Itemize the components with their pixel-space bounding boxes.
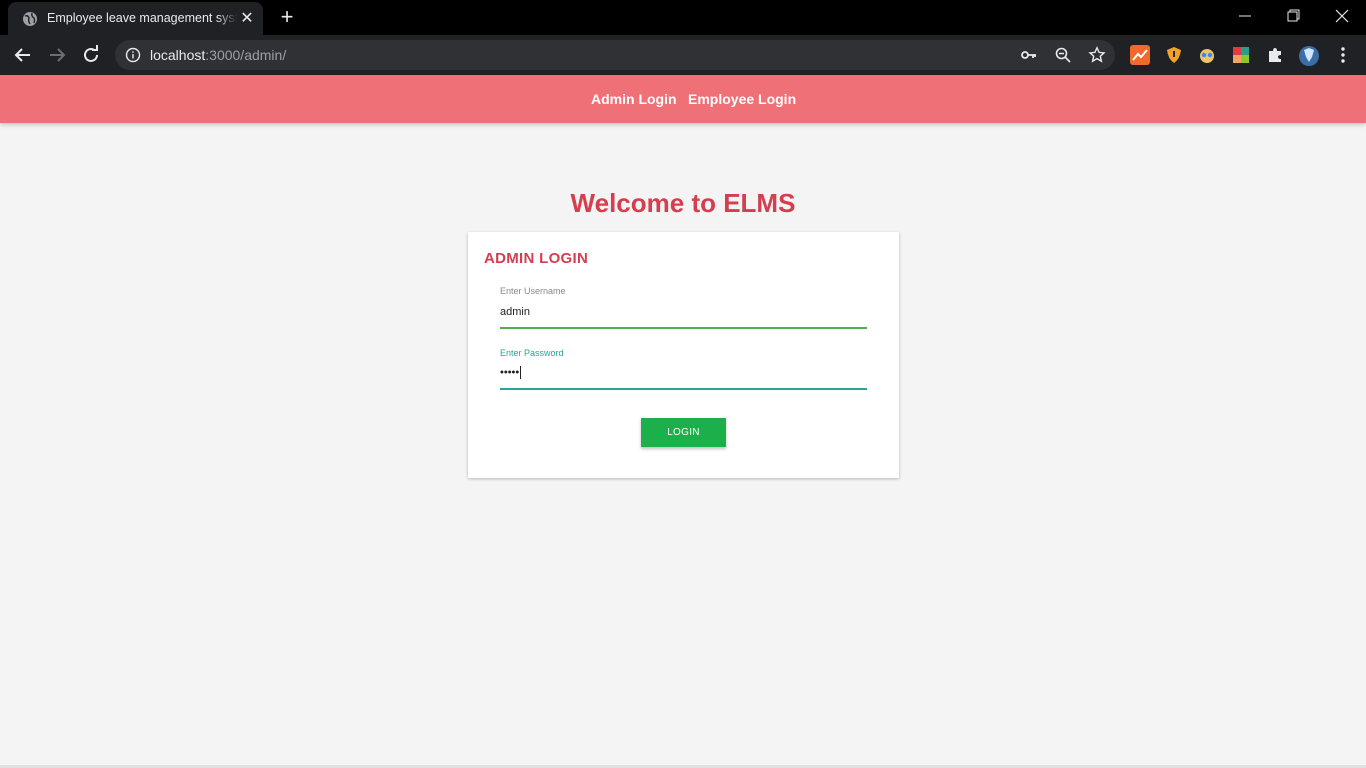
- tab-close-icon[interactable]: ✕: [238, 10, 256, 28]
- admin-login-card: ADMIN LOGIN Enter Username admin Enter P…: [468, 232, 899, 478]
- nav-admin-login-link[interactable]: Admin Login: [591, 91, 677, 107]
- extensions-puzzle-icon[interactable]: [1265, 45, 1285, 65]
- username-label: Enter Username: [500, 286, 566, 296]
- profile-avatar-icon[interactable]: [1298, 45, 1319, 66]
- reload-icon[interactable]: [79, 43, 103, 67]
- browser-tab[interactable]: Employee leave management system ✕: [8, 2, 263, 35]
- window-close-icon[interactable]: [1330, 5, 1354, 27]
- login-button[interactable]: LOGIN: [641, 418, 726, 447]
- extension-shield-icon[interactable]: [1164, 45, 1184, 65]
- text-caret: [520, 366, 522, 379]
- browser-toolbar: localhost:3000/admin/: [0, 35, 1366, 75]
- password-underline: [500, 388, 867, 390]
- restore-icon[interactable]: [1281, 5, 1305, 27]
- page-title: Welcome to ELMS: [570, 188, 796, 218]
- password-label: Enter Password: [500, 348, 564, 358]
- username-input[interactable]: admin: [500, 306, 530, 318]
- bookmark-star-icon[interactable]: [1088, 46, 1106, 64]
- key-icon[interactable]: [1020, 46, 1038, 64]
- browser-tab-strip: Employee leave management system ✕ +: [0, 0, 1366, 35]
- url-path: :3000/admin/: [205, 47, 287, 63]
- card-title: ADMIN LOGIN: [484, 250, 589, 267]
- url-host: localhost: [150, 47, 206, 63]
- address-bar[interactable]: localhost:3000/admin/: [115, 40, 1115, 70]
- password-input[interactable]: •••••: [500, 366, 522, 379]
- browser-menu-icon[interactable]: [1333, 45, 1353, 65]
- forward-icon[interactable]: [45, 43, 69, 67]
- site-info-icon[interactable]: [125, 47, 141, 63]
- new-tab-icon[interactable]: +: [276, 6, 298, 28]
- extension-chart-icon[interactable]: [1130, 45, 1150, 65]
- zoom-icon[interactable]: [1054, 46, 1072, 64]
- tab-title: Employee leave management system: [47, 11, 237, 25]
- minimize-icon[interactable]: [1233, 5, 1257, 27]
- nav-employee-login-link[interactable]: Employee Login: [688, 91, 796, 107]
- site-navbar: Admin Login Employee Login: [0, 75, 1366, 123]
- extension-grid-icon[interactable]: [1231, 45, 1251, 65]
- extension-face-icon[interactable]: [1197, 45, 1217, 65]
- username-underline: [500, 327, 867, 329]
- url-text[interactable]: localhost:3000/admin/: [150, 47, 286, 63]
- back-icon[interactable]: [11, 43, 35, 67]
- password-mask: •••••: [500, 366, 520, 379]
- globe-icon: [23, 12, 37, 26]
